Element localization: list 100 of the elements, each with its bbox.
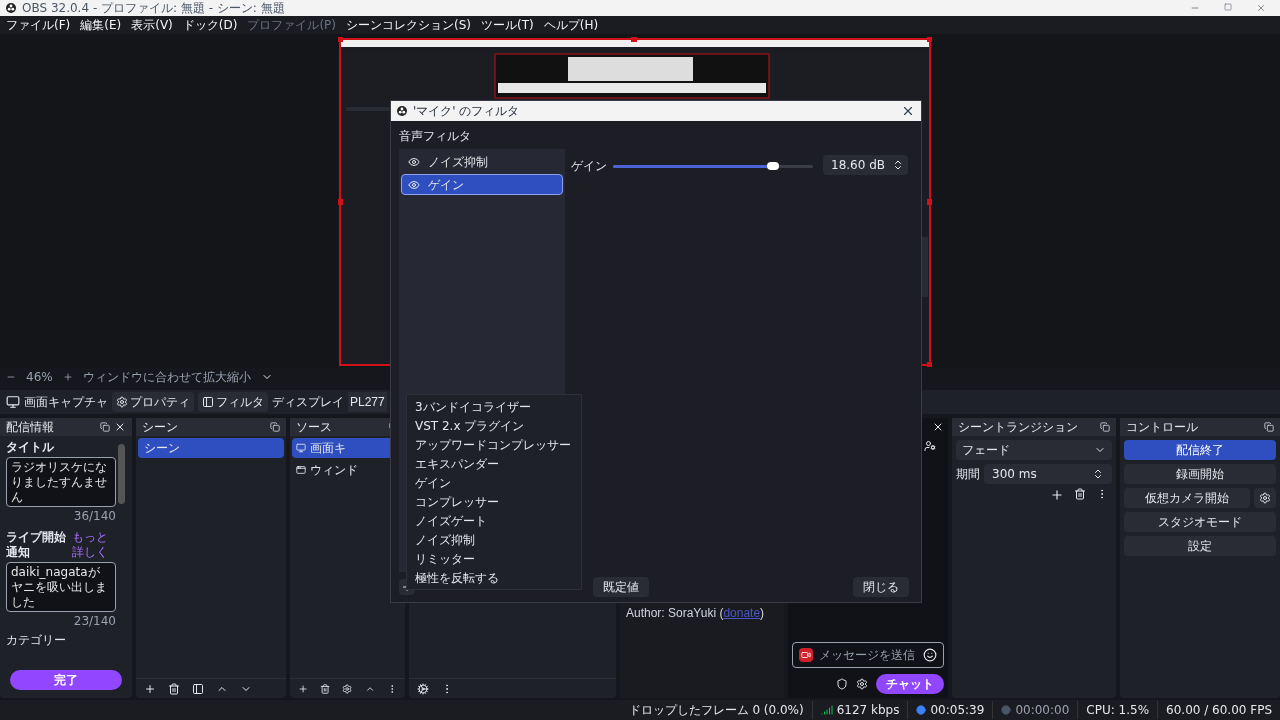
field-label: タイトル	[6, 440, 55, 455]
properties-button[interactable]: プロパティ	[112, 392, 194, 412]
scrollbar[interactable]	[118, 444, 125, 504]
shield-icon[interactable]	[836, 678, 848, 690]
undock-icon[interactable]	[1100, 422, 1110, 432]
character-count: 36/140	[73, 509, 116, 524]
filter-icon	[202, 396, 214, 408]
menu-item[interactable]: アップワードコンプレッサー	[407, 435, 581, 454]
gear-icon	[1259, 492, 1271, 504]
visibility-icon[interactable]	[408, 178, 420, 191]
dropped-frames: ドロップしたフレーム 0 (0.0%)	[620, 701, 813, 719]
menu-item[interactable]: 編集(E)	[80, 17, 122, 33]
source-name: 画面キャプチャ	[24, 394, 108, 411]
section-title: 音声フィルタ	[398, 128, 472, 145]
field-label: ライブ開始通知	[6, 530, 67, 560]
advanced-settings-icon[interactable]	[417, 682, 429, 695]
control-button[interactable]: スタジオモード	[1124, 512, 1276, 532]
control-button[interactable]: 配信終了	[1124, 440, 1276, 460]
gear-icon	[116, 396, 128, 408]
close-button[interactable]: 閉じる	[853, 577, 909, 597]
menu-item[interactable]: ヘルプ(H)	[543, 17, 599, 33]
source-name: ウィンド	[310, 462, 358, 479]
delete-icon[interactable]	[320, 682, 331, 695]
display-icon	[6, 395, 20, 409]
menu-item[interactable]: ノイズゲート	[407, 511, 581, 530]
dock-title: シーントランジション	[958, 419, 1079, 435]
record-time: 00:00:00	[1015, 702, 1070, 719]
control-button[interactable]: 仮想カメラ開始	[1124, 488, 1250, 508]
menu-item[interactable]: 極性を反転する	[407, 568, 581, 587]
display-icon	[296, 443, 306, 453]
gain-value-field[interactable]: 18.60 dB	[823, 155, 908, 175]
fps: 60.00 / 60.00 FPS	[1165, 702, 1273, 719]
spinner-arrows-icon	[892, 159, 904, 171]
users-icon[interactable]	[924, 440, 936, 452]
source-item[interactable]: ウィンド	[292, 460, 403, 480]
control-button[interactable]: 録画開始	[1124, 464, 1276, 484]
cpu-usage: CPU: 1.5%	[1078, 701, 1159, 719]
menu-item[interactable]: ツール(T)	[481, 17, 534, 33]
scene-item[interactable]: シーン	[138, 438, 284, 458]
undock-icon[interactable]	[1264, 422, 1274, 432]
menu-item[interactable]: ドック(D)	[182, 17, 238, 33]
gain-slider-track[interactable]	[613, 165, 813, 168]
dialog-title: 'マイク' のフィルタ	[413, 103, 521, 120]
settings-button[interactable]	[1254, 488, 1276, 508]
menu-item[interactable]: 3バンドイコライザー	[407, 397, 581, 416]
gain-label: ゲイン	[571, 158, 607, 175]
filter-icon[interactable]	[192, 682, 204, 695]
menu-item[interactable]: ゲイン	[407, 473, 581, 492]
dock-title: コントロール	[1126, 419, 1199, 435]
menu-item[interactable]: エキスパンダー	[407, 454, 581, 473]
plugin-author: Author: SoraYuki (donate)	[626, 605, 766, 622]
visibility-icon[interactable]	[408, 155, 420, 168]
source-name: 画面キ	[310, 440, 346, 457]
filter-item[interactable]: ノイズ抑制	[401, 151, 563, 172]
menu-item[interactable]: ファイル(F)	[6, 17, 71, 33]
menu-item[interactable]: リミッター	[407, 549, 581, 568]
character-count: 23/140	[73, 614, 116, 629]
undock-icon[interactable]	[270, 422, 280, 432]
app-logo-icon	[397, 106, 407, 116]
dock-title: シーン	[142, 419, 179, 435]
menu-item[interactable]: コンプレッサー	[407, 492, 581, 511]
menu-item[interactable]: シーンコレクション(S)	[346, 17, 471, 33]
chat-placeholder: メッセージを送信	[819, 647, 916, 664]
close-icon[interactable]	[901, 104, 915, 118]
defaults-button[interactable]: 既定値	[593, 577, 649, 597]
delete-icon[interactable]	[1074, 488, 1086, 500]
close-icon[interactable]	[932, 421, 944, 433]
slider-handle[interactable]	[767, 162, 779, 170]
chat-button[interactable]: チャット	[876, 674, 944, 694]
control-button[interactable]: 設定	[1124, 536, 1276, 556]
stream-time: 00:05:39	[930, 702, 985, 719]
chat-message-field[interactable]: メッセージを送信	[792, 642, 944, 668]
bitrate: 6127 kbps	[836, 702, 900, 719]
emoji-icon[interactable]	[923, 648, 937, 662]
delete-icon[interactable]	[168, 682, 180, 695]
zoom-in-icon[interactable]	[62, 372, 73, 382]
window-title: OBS 32.0.4 - プロファイル: 無題 - シーン: 無題	[22, 0, 286, 16]
close-icon[interactable]	[114, 421, 126, 433]
menu-item[interactable]: VST 2.x プラグイン	[407, 416, 581, 435]
settings-icon[interactable]	[342, 682, 353, 695]
zoom-level: 46%	[26, 369, 53, 386]
title-field[interactable]: ラジオリスケになりましたすんません	[6, 457, 116, 507]
menu-item[interactable]: 表示(V)	[131, 17, 173, 33]
learn-more-link[interactable]: もっと詳しく	[72, 530, 112, 560]
done-button[interactable]: 完了	[10, 670, 122, 690]
field-label: カテゴリー	[6, 633, 67, 648]
duration-field[interactable]: 300 ms	[984, 464, 1112, 484]
camera-icon	[799, 648, 813, 662]
transition-select[interactable]: フェード	[956, 440, 1112, 460]
menu-item[interactable]: ノイズ抑制	[407, 530, 581, 549]
dock-title: 配信情報	[6, 419, 55, 435]
window-icon	[296, 465, 306, 475]
settings-icon[interactable]	[856, 678, 868, 690]
display-select[interactable]: PL277	[348, 392, 387, 412]
fit-to-window-option[interactable]: ウィンドウに合わせて拡大縮小	[82, 368, 251, 386]
filter-item[interactable]: ゲイン	[401, 174, 563, 195]
undock-icon[interactable]	[100, 422, 110, 432]
app-logo-icon	[6, 3, 16, 13]
notification-field[interactable]: daiki_nagataがヤニを吸い出しました	[6, 562, 116, 612]
filters-button[interactable]: フィルタ	[198, 392, 268, 412]
